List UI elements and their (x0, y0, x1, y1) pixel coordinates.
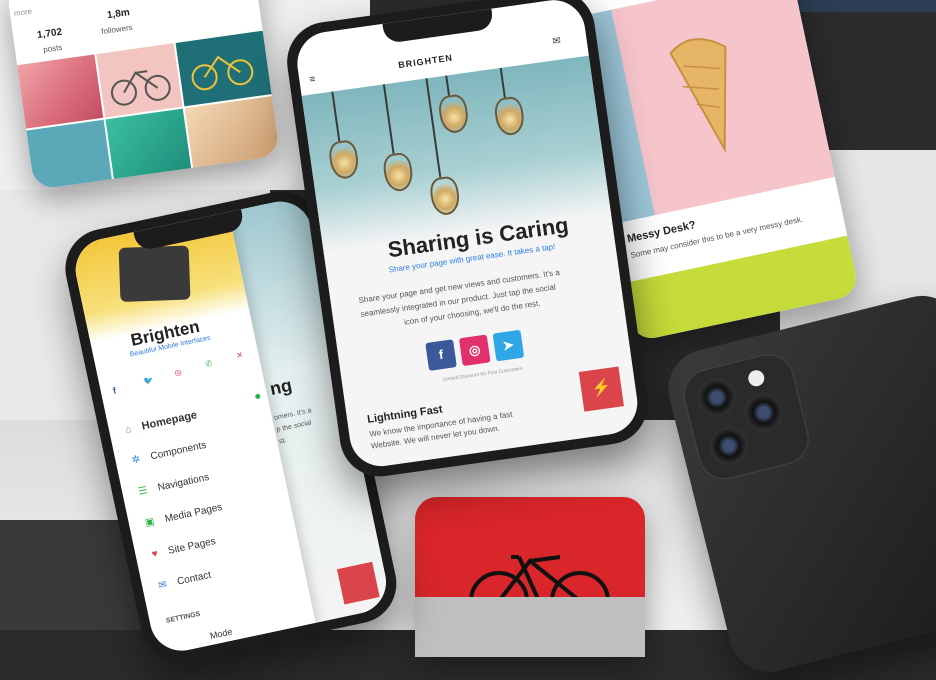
posts-count: 1,702 (36, 26, 63, 42)
lightning-icon: ⚡ (590, 378, 613, 399)
home-icon: ⌂ (124, 424, 133, 437)
bulb-icon-3 (437, 93, 471, 135)
profile-more-link[interactable]: more (13, 7, 32, 18)
grid-photo-teal-bicycle[interactable] (175, 30, 272, 107)
camera-photo-icon (118, 245, 191, 302)
partial-mode-item[interactable]: Mode (209, 627, 233, 641)
bulb-cord-5 (499, 67, 506, 98)
camera-lens-1 (693, 374, 740, 421)
discount-note: Limited Discount for First Customers (442, 365, 524, 384)
following-label: following (177, 0, 209, 1)
sidewalk (415, 597, 645, 657)
bulb-cord-2 (382, 84, 395, 154)
menu-item-contact-label: Contact (176, 569, 213, 588)
menu-item-contact[interactable]: ✉ Contact (157, 570, 212, 592)
followers-label: followers (100, 22, 134, 37)
bulb-icon-4 (428, 175, 462, 217)
hamburger-icon[interactable]: ≡ (309, 74, 316, 86)
bulb-icon-5 (492, 95, 526, 137)
camera-module (678, 348, 815, 485)
menu-item-components-label: Components (149, 439, 208, 463)
instagram-share-button[interactable]: ◎ (458, 334, 491, 367)
posts-label: posts (42, 42, 63, 55)
instagram-icon[interactable]: ◎ (174, 367, 183, 377)
menu-item-navigations-label: Navigations (156, 471, 211, 494)
bulb-cord-3 (445, 75, 450, 96)
camera-icon: ▣ (144, 516, 156, 529)
menu-item-components[interactable]: ✲ Components (131, 440, 208, 467)
center-phone-screen: ≡ BRIGHTEN ✉ Sharing is Caring Share you… (293, 0, 642, 471)
mail-icon: ✉ (157, 579, 168, 592)
peek-text-3: p the social (276, 419, 313, 434)
menu-item-homepage-label: Homepage (140, 409, 199, 433)
menu-item-homepage[interactable]: ⌂ Homepage (124, 409, 198, 436)
mail-icon[interactable]: ✉ (552, 35, 562, 47)
facebook-share-button[interactable]: f (425, 339, 457, 371)
menu-item-media-pages-label: Media Pages (163, 501, 224, 525)
camera-lens-2 (740, 389, 787, 436)
bulb-cord-4 (425, 78, 442, 178)
peek-text-4: st. (278, 436, 288, 446)
gear-icon: ✲ (130, 453, 142, 467)
flash-button[interactable]: ⚡ (578, 366, 624, 412)
grid-photo-pink-stairs[interactable] (17, 54, 104, 129)
camera-lens-3 (705, 422, 752, 469)
center-phone: ≡ BRIGHTEN ✉ Sharing is Caring Share you… (282, 0, 653, 482)
menu-item-navigations[interactable]: ☰ Navigations (137, 472, 210, 498)
peek-flash-button[interactable] (336, 561, 380, 605)
bulb-cord-1 (331, 91, 341, 142)
camera-flash (746, 368, 766, 388)
twitter-icon[interactable]: 🐦 (143, 375, 155, 386)
menu-item-site-pages-label: Site Pages (167, 535, 217, 557)
bicycle-sketch-icon (110, 70, 171, 106)
grid-photo-bicycle[interactable] (96, 43, 183, 118)
bulb-icon-1 (327, 138, 361, 181)
menu-item-site-pages[interactable]: ♥ Site Pages (151, 536, 217, 560)
grid-photo-bulbs[interactable] (26, 119, 113, 190)
bicycle-yellow-icon (191, 55, 254, 91)
settings-label: SETTINGS (165, 610, 202, 625)
app-title: BRIGHTEN (397, 52, 454, 71)
menu-item-media-pages[interactable]: ▣ Media Pages (144, 502, 223, 529)
menu-icon: ☰ (137, 485, 149, 498)
twitter-share-button[interactable]: ➤ (492, 329, 525, 362)
facebook-icon[interactable]: f (112, 385, 117, 395)
phone-icon[interactable]: ✆ (205, 359, 213, 369)
bicycle-card (415, 497, 645, 657)
peek-text-1: ng (267, 374, 294, 399)
bulb-icon-2 (381, 151, 415, 193)
heart-icon: ♥ (150, 548, 159, 561)
status-dot-green (254, 393, 261, 400)
followers-count: 1,8m (106, 7, 131, 22)
close-icon[interactable]: ✕ (235, 350, 243, 360)
